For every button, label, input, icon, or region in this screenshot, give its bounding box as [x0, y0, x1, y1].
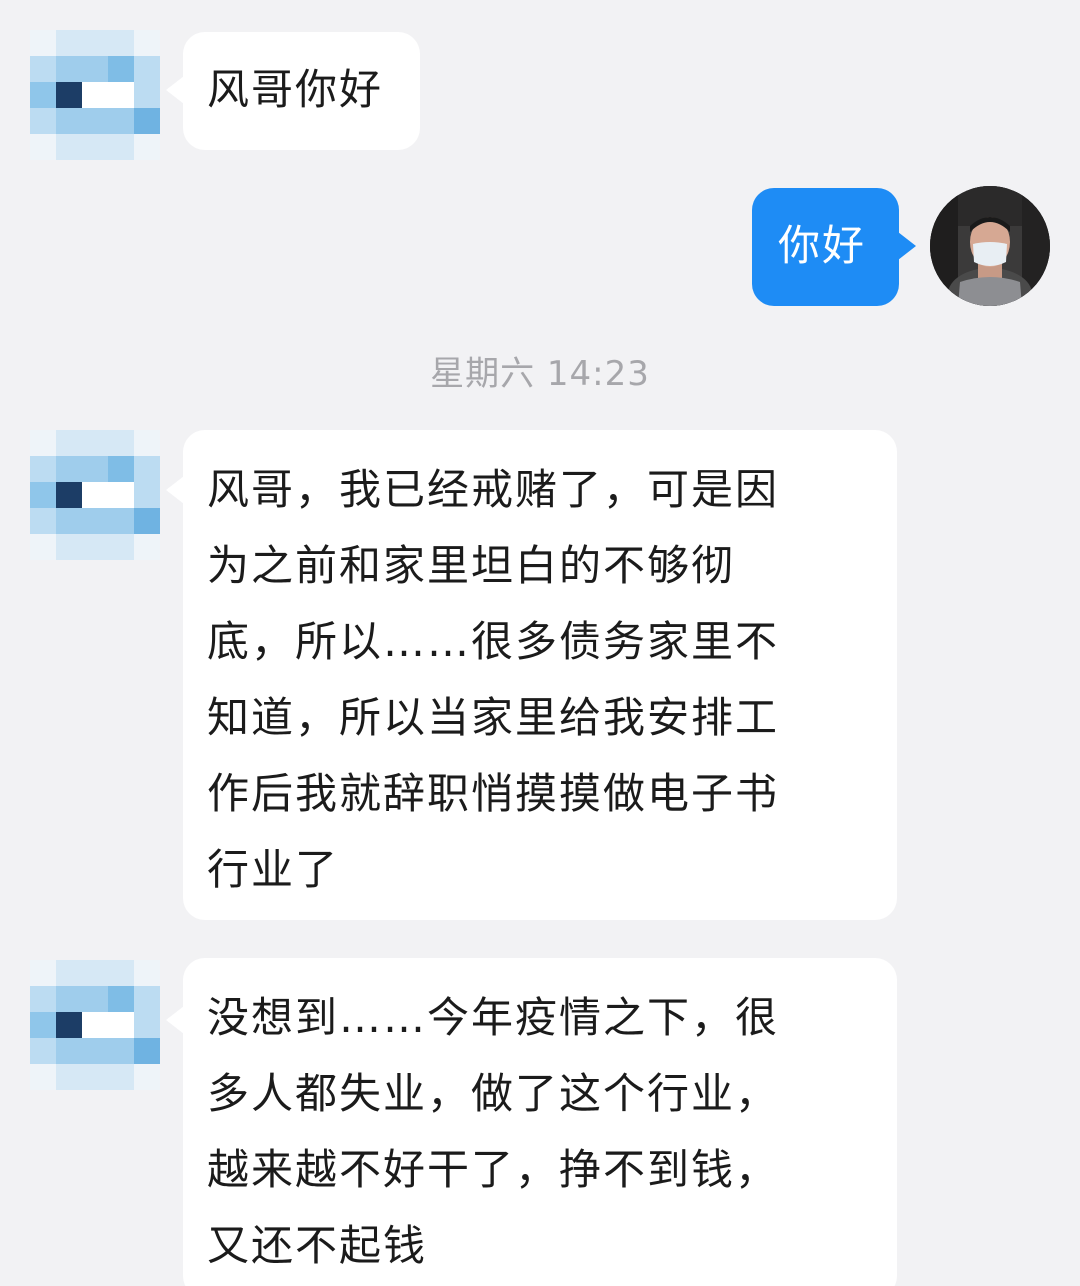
- message-line: 风哥，我已经戒赌了，可是因: [207, 465, 780, 514]
- message-line: 底，所以……很多债务家里不: [207, 617, 780, 666]
- message-text: 你好: [778, 221, 867, 270]
- bubble-tail: [166, 476, 184, 504]
- incoming-message-bubble[interactable]: 风哥，我已经戒赌了，可是因 为之前和家里坦白的不够彻 底，所以……很多债务家里不…: [183, 430, 897, 920]
- message-line: 作后我就辞职悄摸摸做电子书: [207, 769, 780, 818]
- message-line: 知道，所以当家里给我安排工: [207, 693, 780, 742]
- bubble-tail: [166, 1006, 184, 1034]
- contact-avatar[interactable]: [30, 30, 160, 160]
- bubble-tail: [898, 232, 916, 260]
- bubble-tail: [166, 76, 184, 104]
- message-line: 越来越不好干了，挣不到钱，: [207, 1145, 780, 1194]
- message-line: 行业了: [207, 845, 340, 894]
- message-text: 风哥你好: [207, 65, 384, 114]
- message-line: 没想到……今年疫情之下，很: [207, 993, 780, 1042]
- incoming-message-bubble[interactable]: 没想到……今年疫情之下，很 多人都失业，做了这个行业， 越来越不好干了，挣不到钱…: [183, 958, 897, 1286]
- contact-avatar[interactable]: [30, 430, 160, 560]
- incoming-message-bubble[interactable]: 风哥你好: [183, 32, 420, 150]
- outgoing-message-bubble[interactable]: 你好: [752, 188, 899, 306]
- message-line: 多人都失业，做了这个行业，: [207, 1069, 780, 1118]
- message-line: 又还不起钱: [207, 1221, 428, 1270]
- contact-avatar[interactable]: [30, 960, 160, 1090]
- chat-conversation: 风哥你好 你好 星期六 14:23 风哥，我已经戒赌了，可是因 为之前和家里坦白…: [0, 0, 1080, 1286]
- user-avatar[interactable]: [930, 186, 1050, 306]
- message-timestamp: 星期六 14:23: [430, 354, 650, 394]
- user-photo-icon: [930, 186, 1050, 306]
- message-line: 为之前和家里坦白的不够彻: [207, 541, 736, 590]
